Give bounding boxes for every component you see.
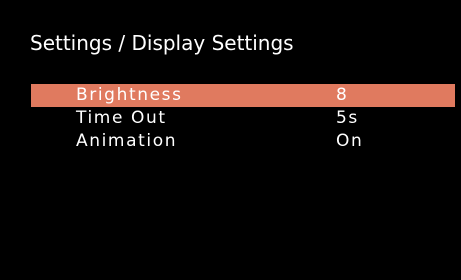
menu-item-value: 8 <box>336 85 349 105</box>
menu-item-brightness[interactable]: Brightness 8 <box>31 84 455 107</box>
menu-item-label: Brightness <box>76 85 183 105</box>
menu-item-value: On <box>336 131 364 151</box>
menu-item-animation[interactable]: Animation On <box>31 130 455 153</box>
menu-item-label: Time Out <box>76 108 167 128</box>
settings-menu: Brightness 8 Time Out 5s Animation On <box>31 84 455 153</box>
menu-item-label: Animation <box>76 131 178 151</box>
display-settings-screen: Settings / Display Settings Brightness 8… <box>0 0 461 280</box>
page-title: Settings / Display Settings <box>30 31 294 55</box>
menu-item-time-out[interactable]: Time Out 5s <box>31 107 455 130</box>
menu-item-value: 5s <box>336 108 359 128</box>
